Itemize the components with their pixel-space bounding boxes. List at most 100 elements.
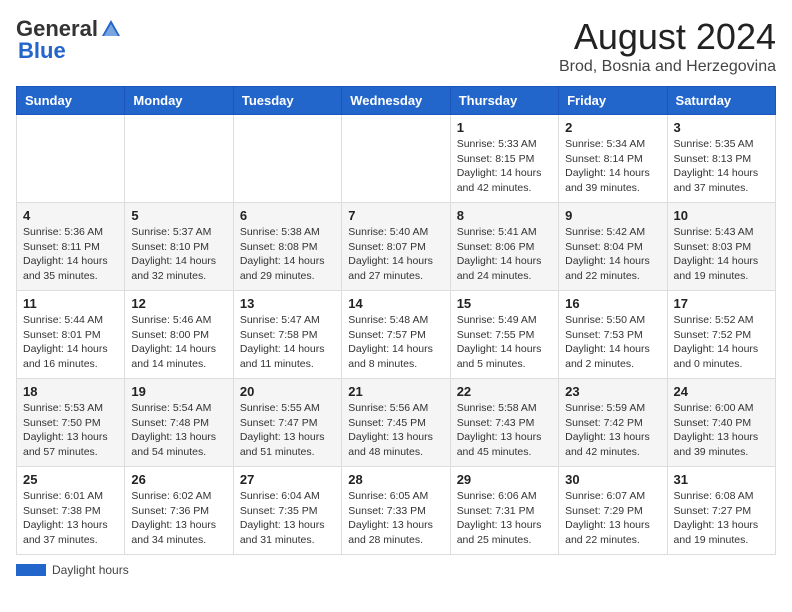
calendar-day-cell: 26 Sunrise: 6:02 AM Sunset: 7:36 PM Dayli… <box>125 467 233 555</box>
calendar-week-row: 11 Sunrise: 5:44 AM Sunset: 8:01 PM Dayli… <box>17 291 776 379</box>
day-of-week-header: Sunday <box>17 87 125 115</box>
calendar-day-cell: 1 Sunrise: 5:33 AM Sunset: 8:15 PM Daylig… <box>450 115 558 203</box>
location-title: Brod, Bosnia and Herzegovina <box>559 58 776 76</box>
day-info: Sunrise: 5:47 AM Sunset: 7:58 PM Dayligh… <box>240 313 335 372</box>
calendar-day-cell: 5 Sunrise: 5:37 AM Sunset: 8:10 PM Daylig… <box>125 203 233 291</box>
day-info: Sunrise: 5:59 AM Sunset: 7:42 PM Dayligh… <box>565 401 660 460</box>
calendar-day-cell <box>125 115 233 203</box>
day-info: Sunrise: 5:38 AM Sunset: 8:08 PM Dayligh… <box>240 225 335 284</box>
calendar-week-row: 4 Sunrise: 5:36 AM Sunset: 8:11 PM Daylig… <box>17 203 776 291</box>
day-of-week-header: Monday <box>125 87 233 115</box>
calendar-day-cell: 25 Sunrise: 6:01 AM Sunset: 7:38 PM Dayli… <box>17 467 125 555</box>
day-number: 20 <box>240 384 335 399</box>
day-info: Sunrise: 6:05 AM Sunset: 7:33 PM Dayligh… <box>348 489 443 548</box>
day-number: 15 <box>457 296 552 311</box>
day-info: Sunrise: 5:41 AM Sunset: 8:06 PM Dayligh… <box>457 225 552 284</box>
calendar-week-row: 25 Sunrise: 6:01 AM Sunset: 7:38 PM Dayli… <box>17 467 776 555</box>
month-title: August 2024 <box>559 16 776 58</box>
calendar-day-cell: 21Sunrise: 5:56 AM Sunset: 7:45 PM Dayli… <box>342 379 450 467</box>
day-of-week-header: Tuesday <box>233 87 341 115</box>
calendar-day-cell: 19 Sunrise: 5:54 AM Sunset: 7:48 PM Dayli… <box>125 379 233 467</box>
day-info: Sunrise: 5:48 AM Sunset: 7:57 PM Dayligh… <box>348 313 443 372</box>
day-info: Sunrise: 5:42 AM Sunset: 8:04 PM Dayligh… <box>565 225 660 284</box>
calendar-day-cell: 12Sunrise: 5:46 AM Sunset: 8:00 PM Dayli… <box>125 291 233 379</box>
day-info: Sunrise: 5:36 AM Sunset: 8:11 PM Dayligh… <box>23 225 118 284</box>
calendar-day-cell: 16Sunrise: 5:50 AM Sunset: 7:53 PM Dayli… <box>559 291 667 379</box>
day-number: 28 <box>348 472 443 487</box>
day-number: 30 <box>565 472 660 487</box>
calendar-day-cell: 29 Sunrise: 6:06 AM Sunset: 7:31 PM Dayli… <box>450 467 558 555</box>
calendar-day-cell: 22 Sunrise: 5:58 AM Sunset: 7:43 PM Dayli… <box>450 379 558 467</box>
day-info: Sunrise: 6:02 AM Sunset: 7:36 PM Dayligh… <box>131 489 226 548</box>
calendar-day-cell: 17 Sunrise: 5:52 AM Sunset: 7:52 PM Dayli… <box>667 291 775 379</box>
day-number: 7 <box>348 208 443 223</box>
day-number: 18 <box>23 384 118 399</box>
day-info: Sunrise: 5:53 AM Sunset: 7:50 PM Dayligh… <box>23 401 118 460</box>
calendar-day-cell: 18 Sunrise: 5:53 AM Sunset: 7:50 PM Dayli… <box>17 379 125 467</box>
day-number: 5 <box>131 208 226 223</box>
day-number: 25 <box>23 472 118 487</box>
calendar-day-cell: 27 Sunrise: 6:04 AM Sunset: 7:35 PM Dayli… <box>233 467 341 555</box>
day-info: Sunrise: 6:06 AM Sunset: 7:31 PM Dayligh… <box>457 489 552 548</box>
day-number: 29 <box>457 472 552 487</box>
calendar-day-cell: 8 Sunrise: 5:41 AM Sunset: 8:06 PM Daylig… <box>450 203 558 291</box>
title-area: August 2024 Brod, Bosnia and Herzegovina <box>559 16 776 76</box>
calendar-day-cell: 13Sunrise: 5:47 AM Sunset: 7:58 PM Dayli… <box>233 291 341 379</box>
day-info: Sunrise: 6:08 AM Sunset: 7:27 PM Dayligh… <box>674 489 769 548</box>
day-number: 26 <box>131 472 226 487</box>
day-number: 17 <box>674 296 769 311</box>
day-info: Sunrise: 6:01 AM Sunset: 7:38 PM Dayligh… <box>23 489 118 548</box>
day-info: Sunrise: 5:54 AM Sunset: 7:48 PM Dayligh… <box>131 401 226 460</box>
day-number: 27 <box>240 472 335 487</box>
day-number: 9 <box>565 208 660 223</box>
day-info: Sunrise: 6:00 AM Sunset: 7:40 PM Dayligh… <box>674 401 769 460</box>
day-of-week-header: Friday <box>559 87 667 115</box>
day-number: 14 <box>348 296 443 311</box>
day-info: Sunrise: 5:50 AM Sunset: 7:53 PM Dayligh… <box>565 313 660 372</box>
calendar-day-cell: 28 Sunrise: 6:05 AM Sunset: 7:33 PM Dayli… <box>342 467 450 555</box>
calendar-day-cell: 7 Sunrise: 5:40 AM Sunset: 8:07 PM Daylig… <box>342 203 450 291</box>
day-info: Sunrise: 5:33 AM Sunset: 8:15 PM Dayligh… <box>457 137 552 196</box>
day-number: 31 <box>674 472 769 487</box>
calendar-day-cell: 20 Sunrise: 5:55 AM Sunset: 7:47 PM Dayli… <box>233 379 341 467</box>
calendar-day-cell: 30 Sunrise: 6:07 AM Sunset: 7:29 PM Dayli… <box>559 467 667 555</box>
day-info: Sunrise: 5:55 AM Sunset: 7:47 PM Dayligh… <box>240 401 335 460</box>
day-info: Sunrise: 5:46 AM Sunset: 8:00 PM Dayligh… <box>131 313 226 372</box>
calendar-day-cell: 15 Sunrise: 5:49 AM Sunset: 7:55 PM Dayli… <box>450 291 558 379</box>
day-info: Sunrise: 6:04 AM Sunset: 7:35 PM Dayligh… <box>240 489 335 548</box>
day-number: 6 <box>240 208 335 223</box>
day-info: Sunrise: 6:07 AM Sunset: 7:29 PM Dayligh… <box>565 489 660 548</box>
calendar-day-cell: 11 Sunrise: 5:44 AM Sunset: 8:01 PM Dayli… <box>17 291 125 379</box>
day-number: 10 <box>674 208 769 223</box>
day-number: 3 <box>674 120 769 135</box>
day-info: Sunrise: 5:44 AM Sunset: 8:01 PM Dayligh… <box>23 313 118 372</box>
calendar-day-cell: 23Sunrise: 5:59 AM Sunset: 7:42 PM Dayli… <box>559 379 667 467</box>
calendar-day-cell: 4 Sunrise: 5:36 AM Sunset: 8:11 PM Daylig… <box>17 203 125 291</box>
calendar-table: SundayMondayTuesdayWednesdayThursdayFrid… <box>16 86 776 555</box>
calendar-week-row: 1 Sunrise: 5:33 AM Sunset: 8:15 PM Daylig… <box>17 115 776 203</box>
day-info: Sunrise: 5:58 AM Sunset: 7:43 PM Dayligh… <box>457 401 552 460</box>
calendar-day-cell: 9 Sunrise: 5:42 AM Sunset: 8:04 PM Daylig… <box>559 203 667 291</box>
day-number: 11 <box>23 296 118 311</box>
day-number: 1 <box>457 120 552 135</box>
day-info: Sunrise: 5:37 AM Sunset: 8:10 PM Dayligh… <box>131 225 226 284</box>
calendar-day-cell: 14 Sunrise: 5:48 AM Sunset: 7:57 PM Dayli… <box>342 291 450 379</box>
day-number: 22 <box>457 384 552 399</box>
header: General Blue August 2024 Brod, Bosnia an… <box>16 16 776 76</box>
logo: General Blue <box>16 16 122 64</box>
calendar-day-cell <box>17 115 125 203</box>
day-of-week-header: Wednesday <box>342 87 450 115</box>
day-info: Sunrise: 5:52 AM Sunset: 7:52 PM Dayligh… <box>674 313 769 372</box>
day-number: 24 <box>674 384 769 399</box>
calendar-day-cell <box>233 115 341 203</box>
calendar-header-row: SundayMondayTuesdayWednesdayThursdayFrid… <box>17 87 776 115</box>
calendar-day-cell: 3Sunrise: 5:35 AM Sunset: 8:13 PM Daylig… <box>667 115 775 203</box>
day-number: 19 <box>131 384 226 399</box>
day-of-week-header: Thursday <box>450 87 558 115</box>
calendar-day-cell: 24 Sunrise: 6:00 AM Sunset: 7:40 PM Dayli… <box>667 379 775 467</box>
day-info: Sunrise: 5:49 AM Sunset: 7:55 PM Dayligh… <box>457 313 552 372</box>
day-info: Sunrise: 5:40 AM Sunset: 8:07 PM Dayligh… <box>348 225 443 284</box>
day-number: 8 <box>457 208 552 223</box>
calendar-day-cell: 10Sunrise: 5:43 AM Sunset: 8:03 PM Dayli… <box>667 203 775 291</box>
day-number: 4 <box>23 208 118 223</box>
